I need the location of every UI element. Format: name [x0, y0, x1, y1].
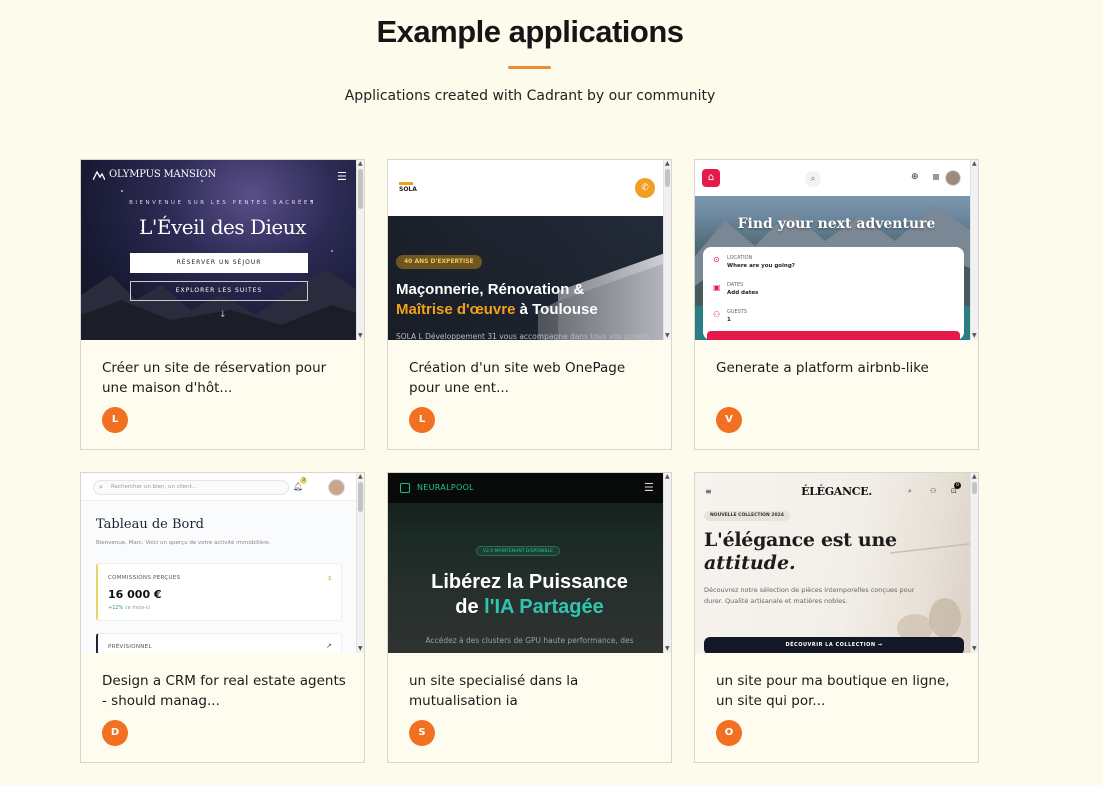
author-avatar: S: [409, 720, 435, 746]
currency-icon: $: [328, 575, 332, 582]
globe-icon[interactable]: ⊕: [911, 172, 919, 182]
app-card-olympus[interactable]: OLYMPUS MANSION ☰ BIENVENUE SUR LES PENT…: [80, 159, 365, 450]
hero-headline-1: Libérez la Puissance: [431, 571, 628, 593]
calendar-icon: ▣: [713, 283, 721, 292]
guests-input[interactable]: 1: [727, 317, 731, 323]
card-title: un site specialisé dans la mutualisation…: [409, 673, 579, 709]
card-preview: ⌕ Rechercher un bien, un client... 🔔︎ 3 …: [81, 473, 364, 653]
preview-scrollbar[interactable]: ▲ ▼: [663, 473, 671, 653]
forecast-stat-card: PRÉVISIONNEL ↗: [96, 633, 342, 653]
location-input[interactable]: Where are you going?: [727, 263, 795, 269]
search-button[interactable]: [707, 331, 960, 340]
trend-icon: ↗: [326, 642, 332, 650]
app-card-crm[interactable]: ⌕ Rechercher un bien, un client... 🔔︎ 3 …: [80, 472, 365, 763]
author-avatar: O: [716, 720, 742, 746]
preview-scrollbar[interactable]: ▲ ▼: [356, 160, 364, 340]
dashboard-title: Tableau de Bord: [96, 517, 204, 532]
guests-icon: ⚇: [713, 310, 721, 319]
expertise-badge: 40 ANS D'EXPERTISE: [396, 255, 482, 269]
phone-icon[interactable]: ✆: [635, 178, 655, 198]
card-preview: OLYMPUS MANSION ☰ BIENVENUE SUR LES PENT…: [81, 160, 364, 340]
cta-button[interactable]: DÉCOUVRIR LA COLLECTION →: [704, 637, 964, 653]
hero-body: Découvrez notre sélection de pièces inte…: [704, 586, 915, 605]
hero-image: [388, 216, 671, 340]
commission-value: 16 000 €: [108, 588, 162, 601]
search-icon: ⌕: [99, 483, 103, 491]
card-title: Créer un site de réservation pour une ma…: [102, 360, 327, 396]
card-preview: NEURALPOOL ☰ V2.0 MAINTENANT DISPONIBLE …: [388, 473, 671, 653]
scroll-down-icon: ↓: [219, 310, 227, 320]
user-icon[interactable]: ⚇: [930, 487, 936, 495]
crm-search-bar[interactable]: ⌕ Rechercher un bien, un client...: [93, 480, 289, 495]
explore-button[interactable]: EXPLORER LES SUITES: [130, 281, 308, 301]
section-subtitle: Applications created with Cadrant by our…: [344, 88, 716, 104]
card-title: Création d'un site web OnePage pour une …: [409, 360, 626, 396]
hero-body: SOLA L Développement 31 vous accompagne …: [396, 332, 651, 340]
section-title: Example applications: [376, 14, 685, 49]
search-placeholder: Rechercher un bien, un client...: [111, 484, 198, 490]
preview-header: [388, 160, 671, 216]
hero-headline-1: Maçonnerie, Rénovation &: [396, 281, 585, 298]
preview-scrollbar[interactable]: ▲ ▼: [356, 473, 364, 653]
sola-logo: SOLA: [399, 182, 417, 193]
collection-badge: NOUVELLE COLLECTION 2024: [704, 511, 790, 521]
hero-headline-2: Maîtrise d'œuvre à Toulouse: [396, 301, 598, 318]
author-avatar: D: [102, 720, 128, 746]
welcome-text: Bienvenue, Marc. Voici un aperçu de votr…: [96, 540, 271, 546]
search-icon[interactable]: ⌕: [908, 487, 912, 496]
hero-headline-2: attitude.: [704, 552, 796, 574]
user-avatar[interactable]: [328, 479, 345, 496]
hamburger-icon[interactable]: ☰: [337, 170, 347, 183]
app-card-airbnb[interactable]: ⌂ ⌕ ⊕ Find your next adventure ⊙ LOCATIO…: [694, 159, 979, 450]
preview-headline: L'Éveil des Dieux: [139, 215, 306, 239]
notification-badge: 3: [300, 477, 307, 484]
card-title: Design a CRM for real estate agents - sh…: [102, 673, 346, 709]
commission-stat-card: COMMISSIONS PERÇUES $ 16 000 € +12% ce m…: [96, 563, 342, 621]
cart-count-badge: 0: [954, 482, 961, 489]
search-form: ⊙ LOCATION Where are you going? ▣ DATES …: [703, 247, 964, 340]
author-avatar: L: [409, 407, 435, 433]
app-card-sola[interactable]: SOLA ✆ 40 ANS D'EXPERTISE Maçonnerie, Ré…: [387, 159, 672, 450]
preview-scrollbar[interactable]: ▲ ▼: [970, 473, 978, 653]
app-card-elegance[interactable]: ≡ ÉLÉGANCE. ⌕ ⚇ ⊡ 0 NOUVELLE COLLECTION …: [694, 472, 979, 763]
preview-scrollbar[interactable]: ▲ ▼: [970, 160, 978, 340]
author-avatar: V: [716, 407, 742, 433]
location-icon: ⊙: [713, 255, 720, 264]
hamburger-icon[interactable]: ☰: [644, 481, 654, 494]
user-avatar[interactable]: [945, 170, 961, 186]
logo-icon: ⌂: [702, 169, 720, 187]
search-icon[interactable]: ⌕: [805, 171, 821, 187]
preview-scrollbar[interactable]: ▲ ▼: [663, 160, 671, 340]
card-title: un site pour ma boutique en ligne, un si…: [716, 673, 950, 709]
brand-name: NEURALPOOL: [417, 483, 474, 492]
app-card-neuralpool[interactable]: NEURALPOOL ☰ V2.0 MAINTENANT DISPONIBLE …: [387, 472, 672, 763]
title-accent-line: [508, 66, 551, 69]
olympus-logo: OLYMPUS MANSION: [93, 169, 216, 180]
version-pill: V2.0 MAINTENANT DISPONIBLE: [476, 546, 560, 556]
author-avatar: L: [102, 407, 128, 433]
hero-body: Accédez à des clusters de GPU haute perf…: [425, 636, 634, 645]
preview-kicker: BIENVENUE SUR LES PENTES SACRÉES: [129, 200, 316, 206]
card-preview: ≡ ÉLÉGANCE. ⌕ ⚇ ⊡ 0 NOUVELLE COLLECTION …: [695, 473, 978, 653]
card-preview: ⌂ ⌕ ⊕ Find your next adventure ⊙ LOCATIO…: [695, 160, 978, 340]
preview-headline: Find your next adventure: [737, 216, 936, 232]
hero-headline-1: L'élégance est une: [704, 529, 897, 551]
hero-headline-2: de l'IA Partagée: [455, 596, 604, 618]
dates-input[interactable]: Add dates: [727, 290, 758, 296]
menu-icon[interactable]: [933, 174, 939, 180]
chip-icon: [400, 483, 410, 493]
reserve-button[interactable]: RÉSERVER UN SÉJOUR: [130, 253, 308, 273]
card-preview: SOLA ✆ 40 ANS D'EXPERTISE Maçonnerie, Ré…: [388, 160, 671, 340]
card-title: Generate a platform airbnb-like: [716, 360, 929, 376]
